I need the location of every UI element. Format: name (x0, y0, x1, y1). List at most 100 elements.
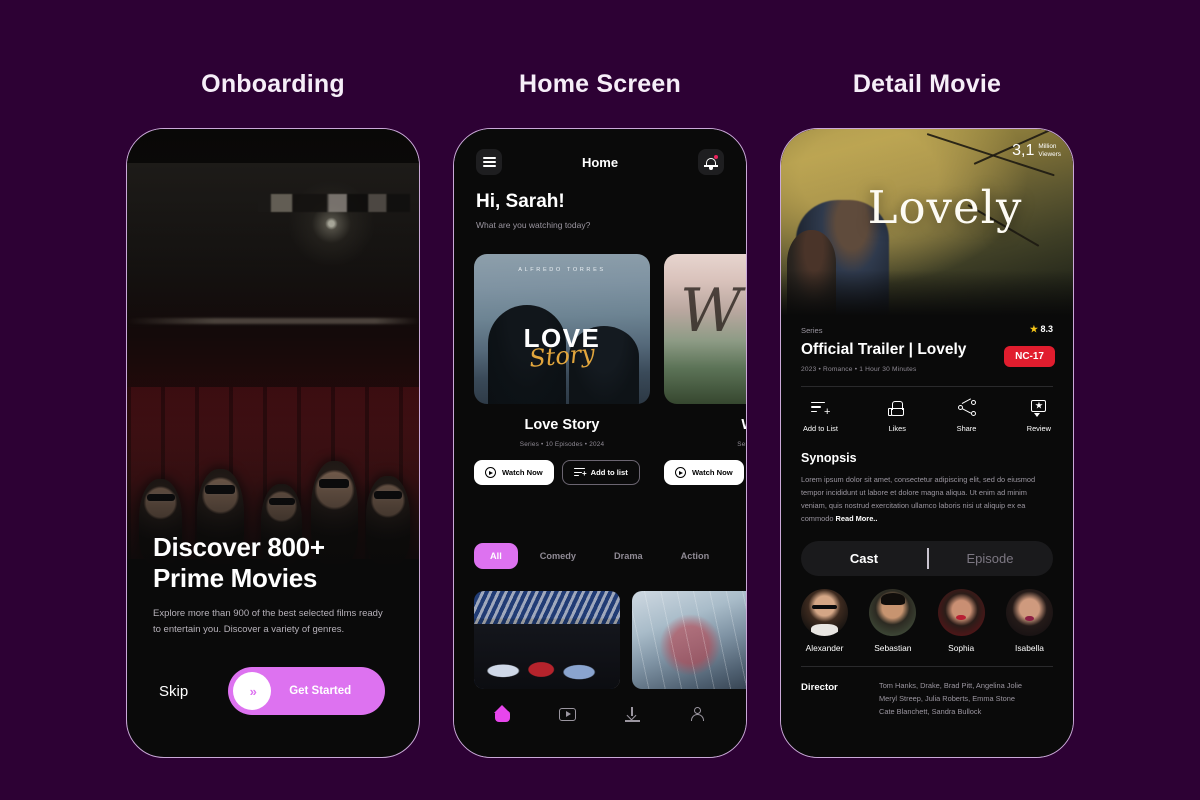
onboarding-content: Discover 800+ Prime Movies Explore more … (127, 532, 419, 757)
thumbnail-card-2[interactable] (632, 591, 746, 689)
category-chip-comedy[interactable]: Comedy (524, 543, 592, 569)
viewers-unit: Million Viewers (1038, 143, 1061, 158)
caption-detail-movie: Detail Movie (852, 70, 1002, 98)
movie-tags: 2023 • Romance • 1 Hour 30 Minutes (801, 366, 917, 373)
get-started-label: Get Started (289, 685, 352, 697)
home-icon (494, 705, 511, 722)
thumbs-up-icon (888, 399, 906, 416)
likes-action[interactable]: Likes (888, 399, 906, 433)
onboarding-actions: Skip » Get Started (153, 667, 393, 715)
cast-member[interactable]: Sebastian (869, 588, 917, 653)
cast-name: Isabella (1015, 642, 1044, 653)
menu-button[interactable] (476, 149, 502, 175)
poster-word-w: W (680, 276, 742, 346)
hero-title: Lovely (867, 181, 1023, 234)
home-screen: Home Hi, Sarah! What are you watching to… (454, 129, 746, 757)
bottom-tab-bar (454, 685, 746, 757)
thumbnail-card-1[interactable] (474, 591, 620, 689)
viewers-badge: 3,1 Million Viewers (1012, 143, 1061, 159)
watch-now-button[interactable]: Watch Now (474, 460, 554, 485)
cast-member[interactable]: Alexander (801, 588, 848, 653)
phone-onboarding: Discover 800+ Prime Movies Explore more … (126, 128, 420, 758)
hero-gradient-overlay (781, 270, 1073, 316)
viewers-count: 3,1 (1012, 142, 1035, 159)
rating-badge: ★ 8.3 (1030, 324, 1053, 335)
review-action[interactable]: ★ Review (1027, 399, 1051, 433)
notifications-button[interactable] (698, 149, 724, 175)
featured-carousel[interactable]: ALFREDO TORRES LOVE Story A MO W (454, 254, 746, 409)
profile-icon (690, 706, 705, 722)
get-started-button[interactable]: » Get Started (228, 667, 386, 715)
featured-title: Love Story (524, 417, 600, 433)
tab-profile[interactable] (681, 697, 715, 731)
watch-now-button-2[interactable]: Watch Now (664, 460, 744, 485)
tab-downloads[interactable] (616, 697, 650, 731)
play-icon (485, 467, 496, 478)
share-action[interactable]: Share (956, 398, 977, 433)
category-chip-drama[interactable]: Drama (598, 543, 659, 569)
watch-now-label-2: Watch Now (692, 468, 733, 477)
featured-meta-second: Wa Series • 1 Watch Now (664, 417, 747, 485)
read-more-link[interactable]: Read More.. (836, 514, 878, 523)
add-to-list-action[interactable]: + Add to List (803, 399, 838, 433)
cast-name: Sophia (948, 642, 975, 653)
phone-home: Home Hi, Sarah! What are you watching to… (453, 128, 747, 758)
tab-episode[interactable]: Episode (927, 551, 1053, 566)
download-icon (625, 706, 640, 722)
age-rating-badge: NC-17 (1004, 346, 1055, 367)
featured-poster-love-story[interactable]: ALFREDO TORRES LOVE Story (474, 254, 650, 404)
featured-meta-row: Love Story Series • 10 Episodes • 2024 W… (454, 417, 746, 485)
featured-title-2: Wa (664, 417, 746, 433)
avatar (1005, 588, 1053, 636)
category-chip-kids[interactable]: Kids (731, 543, 746, 569)
detail-info-block: Series ★ 8.3 Official Trailer | Lovely 2… (781, 316, 1073, 373)
category-chip-all[interactable]: All (474, 543, 518, 569)
synopsis-text: Lorem ipsum dolor sit amet, consectetur … (781, 465, 1073, 526)
watch-now-label: Watch Now (502, 468, 543, 477)
featured-poster-second[interactable]: A MO W (664, 254, 746, 404)
director-names: Tom Hanks, Drake, Brad Pitt, Angelina Jo… (879, 680, 1022, 716)
tab-home[interactable] (486, 697, 520, 731)
director-heading: Director (801, 681, 838, 693)
home-header-title: Home (581, 154, 619, 170)
bell-icon (704, 154, 718, 170)
featured-subtitle-2: Series • 1 (737, 441, 747, 448)
share-label: Share (956, 424, 977, 433)
thumbnail-grid (474, 591, 746, 689)
cast-member[interactable]: Sophia (937, 588, 985, 653)
rating-value: 8.3 (1040, 324, 1053, 334)
review-icon: ★ (1030, 399, 1048, 417)
onboarding-hero-photo (127, 129, 419, 579)
onboarding-title: Discover 800+ Prime Movies (153, 531, 325, 594)
segment-divider (927, 547, 929, 569)
caption-onboarding: Onboarding (201, 70, 345, 98)
category-filter-bar: All Comedy Drama Action Kids (454, 543, 746, 569)
add-to-list-label: Add to List (803, 424, 838, 433)
cast-episode-toggle: Cast Episode (801, 540, 1053, 576)
phone-detail: Lovely 3,1 Million Viewers Series ★ 8.3 O… (780, 128, 1074, 758)
cast-member[interactable]: Isabella (1005, 588, 1053, 653)
detail-screen: Lovely 3,1 Million Viewers Series ★ 8.3 O… (781, 129, 1073, 757)
add-to-list-icon: + (811, 399, 830, 418)
cast-list: Alexander Sebastian Sophia Isabella (781, 576, 1073, 653)
projection-booth (258, 193, 411, 212)
greeting-question: What are you watching today? (476, 220, 591, 230)
avatar (869, 588, 917, 636)
skip-button[interactable]: Skip (159, 683, 188, 700)
tab-library[interactable] (551, 697, 585, 731)
onboarding-subtitle: Explore more than 900 of the best select… (153, 608, 383, 635)
cast-name: Sebastian (874, 642, 912, 653)
add-to-list-icon: + (573, 468, 587, 478)
content-kind-label: Series (801, 326, 823, 335)
hamburger-icon (482, 155, 496, 169)
tab-cast[interactable]: Cast (801, 551, 927, 566)
poster-credit: ALFREDO TORRES (518, 267, 606, 273)
detail-hero-image: Lovely 3,1 Million Viewers (781, 129, 1073, 316)
greeting-text: Hi, Sarah! (476, 191, 565, 212)
play-icon (675, 467, 686, 478)
balcony-ledge (127, 318, 419, 325)
add-to-list-button[interactable]: + Add to list (561, 460, 640, 485)
tv-icon (559, 707, 576, 721)
synopsis-heading: Synopsis (801, 451, 857, 465)
category-chip-action[interactable]: Action (665, 543, 726, 569)
